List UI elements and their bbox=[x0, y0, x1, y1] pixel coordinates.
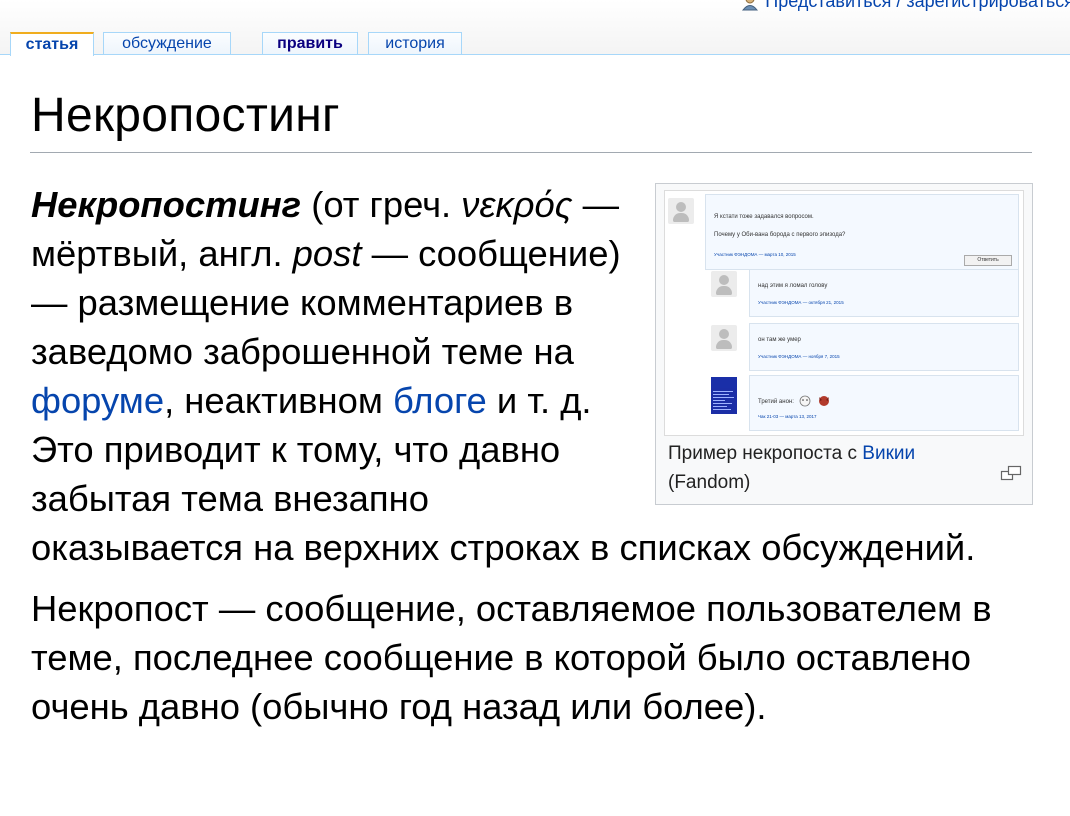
thumbnail-caption: Пример некропоста с Викии (Fandom) bbox=[668, 439, 988, 497]
comment-post: Третий анон: Чак 21-03 — марта 13, 2017 bbox=[749, 375, 1019, 431]
avatar bbox=[668, 198, 694, 224]
tab-history-label: история bbox=[385, 35, 445, 52]
caption-text: Пример некропоста с bbox=[668, 443, 863, 464]
caption-text: (Fandom) bbox=[668, 472, 751, 493]
comment-post: над этим я ломал голову Участник ФЭНДОМА… bbox=[749, 269, 1019, 317]
forum-link[interactable]: форуме bbox=[31, 380, 164, 421]
avatar bbox=[711, 271, 737, 297]
page-title: Некропостинг bbox=[31, 89, 340, 142]
tab-edit[interactable]: править bbox=[262, 32, 358, 54]
english-word: post bbox=[292, 233, 362, 274]
comment-text: он там же умер bbox=[758, 337, 801, 343]
comment-meta: Участник ФЭНДОМА — октября 21, 2015 bbox=[758, 300, 844, 305]
comment-post: он там же умер Участник ФЭНДОМА — ноября… bbox=[749, 323, 1019, 371]
comment-post: Я кстати тоже задавался вопросом. Почему… bbox=[705, 194, 1019, 270]
thumbnail-image[interactable]: Я кстати тоже задавался вопросом. Почему… bbox=[664, 190, 1024, 436]
comment-text: Почему у Оби-вана борода с первого эпизо… bbox=[714, 232, 846, 238]
heading-divider bbox=[30, 152, 1032, 153]
personal-tools: Представиться / зарегистрироваться bbox=[741, 0, 1070, 12]
login-register-link[interactable]: Представиться / зарегистрироваться bbox=[765, 0, 1070, 12]
tab-history[interactable]: история bbox=[368, 32, 462, 54]
paragraph: Некропост — сообщение, оставляемое польз… bbox=[31, 588, 992, 727]
text: (от греч. bbox=[301, 184, 462, 225]
tab-discussion[interactable]: обсуждение bbox=[103, 32, 231, 54]
text: , неактивном bbox=[164, 380, 393, 421]
blog-link[interactable]: блоге bbox=[393, 380, 487, 421]
user-icon bbox=[741, 0, 759, 11]
greek-word: νεκρός bbox=[461, 184, 573, 225]
comment-text: Третий анон: bbox=[758, 398, 794, 405]
thumbnail-figure: Я кстати тоже задавался вопросом. Почему… bbox=[655, 183, 1033, 505]
term-bold: Некропостинг bbox=[31, 184, 302, 225]
magnify-icon[interactable] bbox=[1000, 444, 1022, 481]
comment-text: над этим я ломал голову bbox=[758, 283, 828, 289]
tab-article-label: статья bbox=[25, 36, 79, 53]
comment-meta: Участник ФЭНДОМА — марта 10, 2015 bbox=[714, 252, 796, 257]
avatar bbox=[711, 325, 737, 351]
emoji-icon bbox=[798, 393, 812, 411]
wikia-link[interactable]: Викии bbox=[862, 443, 915, 464]
article-body: Я кстати тоже задавался вопросом. Почему… bbox=[31, 180, 1033, 731]
creature-icon bbox=[816, 392, 832, 412]
bsod-avatar bbox=[711, 377, 737, 414]
comment-text: Я кстати тоже задавался вопросом. bbox=[714, 214, 814, 220]
reply-button: Ответить bbox=[964, 255, 1012, 266]
comment-meta: Участник ФЭНДОМА — ноября 7, 2015 bbox=[758, 354, 840, 359]
tab-discussion-label: обсуждение bbox=[122, 35, 212, 52]
top-navigation: Представиться / зарегистрироваться стать… bbox=[0, 0, 1070, 56]
comment-meta: Чак 21-03 — марта 13, 2017 bbox=[758, 414, 817, 419]
tab-edit-label: править bbox=[277, 35, 343, 52]
tab-article[interactable]: статья bbox=[10, 32, 94, 56]
